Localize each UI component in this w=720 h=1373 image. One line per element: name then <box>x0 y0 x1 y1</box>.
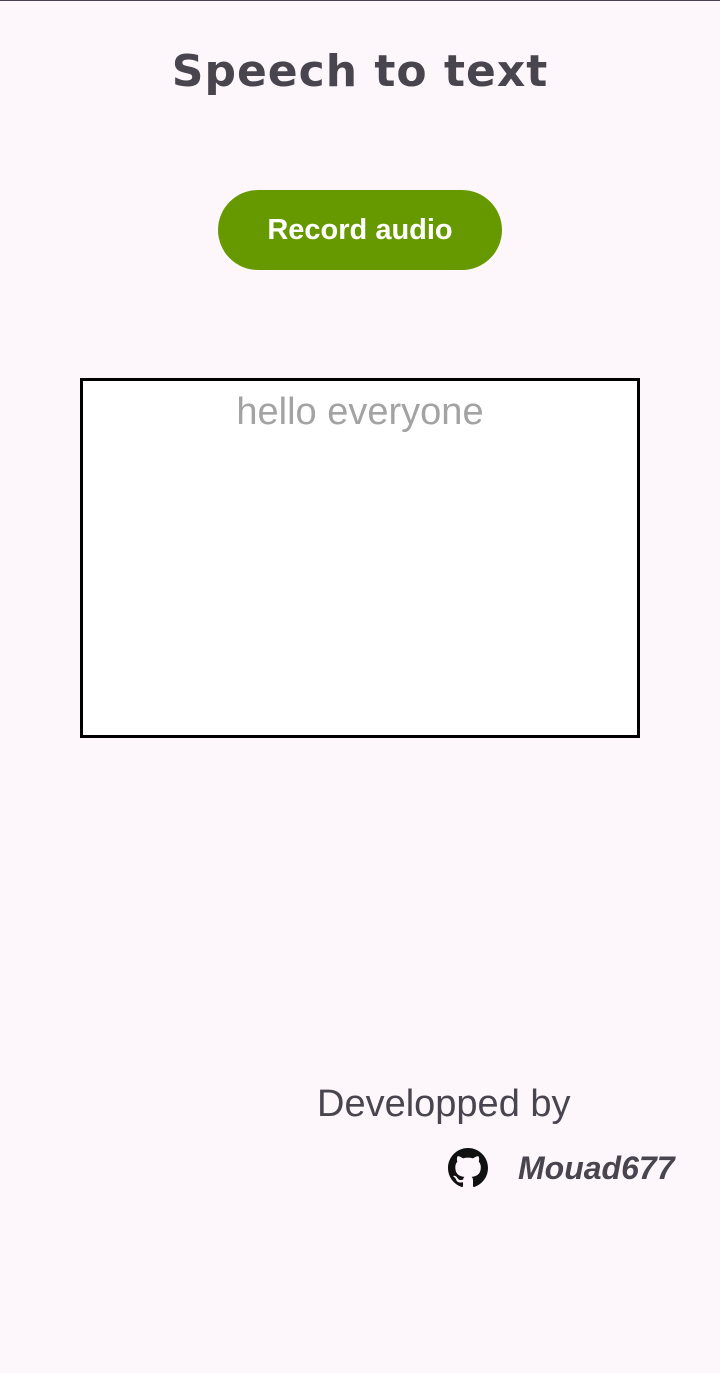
page-title: Speech to text <box>171 46 549 97</box>
author-name[interactable]: Mouad677 <box>518 1148 674 1188</box>
top-divider <box>0 0 720 1</box>
github-icon[interactable] <box>448 1148 488 1188</box>
developed-by-label: Developped by <box>317 1083 571 1125</box>
record-audio-button[interactable]: Record audio <box>218 190 502 270</box>
transcript-box: hello everyone <box>80 378 640 738</box>
transcript-text: hello everyone <box>236 391 484 433</box>
